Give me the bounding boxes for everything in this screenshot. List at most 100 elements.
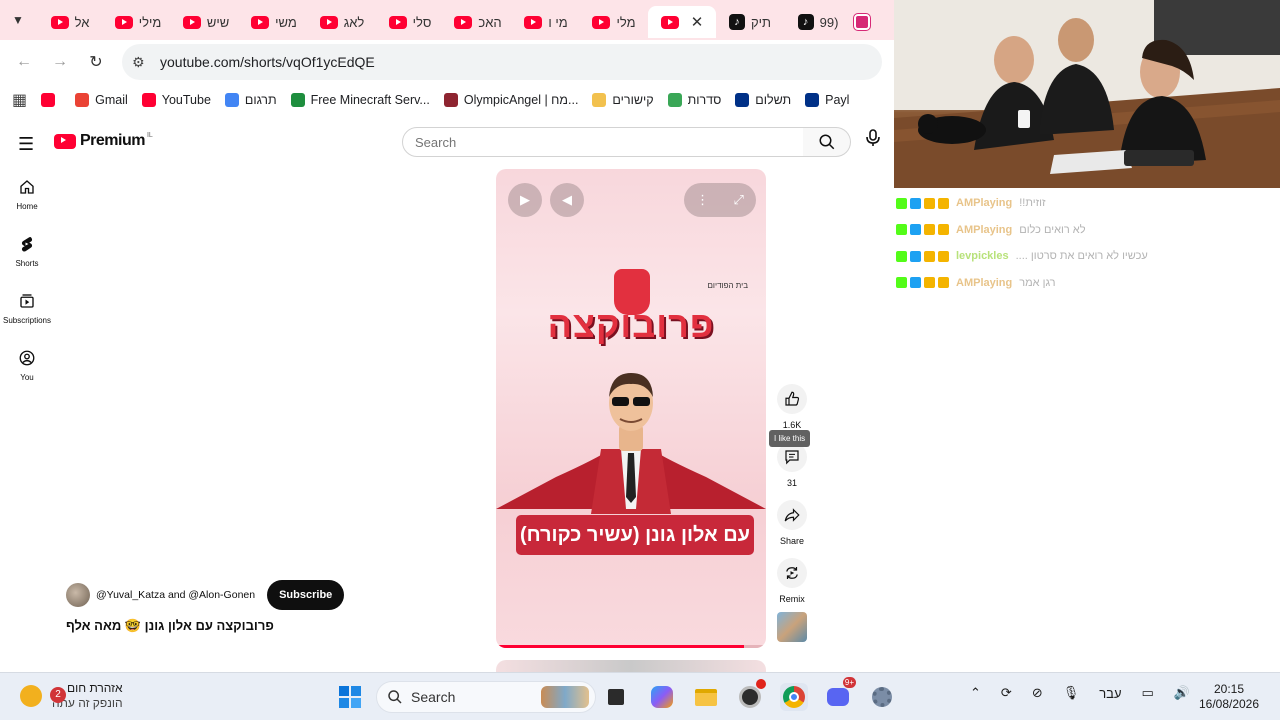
channel-names[interactable]: @Yuval_Katza and @Alon-Gonen [96,589,255,601]
windows-logo-icon [339,686,361,708]
menu-icon[interactable]: ☰ [18,134,34,155]
bookmark-item[interactable] [41,93,61,107]
close-tab-icon[interactable]: ✕ [691,13,704,31]
browser-tab[interactable]: האכ [444,6,512,38]
forward-arrow-icon[interactable]: → [42,44,78,80]
browser-tab[interactable]: ✕ [648,6,716,38]
bookmark-item[interactable]: Payl [805,93,849,107]
sound-thumbnail[interactable] [777,612,807,642]
bookmark-item[interactable]: תרגום [224,93,277,107]
discord-icon[interactable]: 9+ [824,677,856,711]
tab-label: שיש [206,14,230,30]
browser-tab[interactable]: משי [240,6,308,38]
chat-username[interactable]: AMPlaying [956,197,1012,209]
settings-icon[interactable] [868,683,896,711]
tab-strip: ▼ אל מילי שיש משי לאג סלי האכ מי ו מלי ✕ תיק ♪ (99 ♪ [0,0,894,40]
you-icon [19,350,35,366]
avatar[interactable] [66,583,90,607]
chrome-icon[interactable] [780,683,808,711]
capture-app-icon[interactable] [736,679,766,711]
shorts-video-player[interactable]: ▶ ◀ ⋮ ⤢ בית הפודיום פרובוקצה עם אלון גונ… [496,169,766,648]
chat-badge-icon [938,197,949,209]
browser-tab[interactable]: מילי [104,6,172,38]
search-icon [388,690,402,704]
system-clock[interactable]: 20:15 16/08/2026 [1196,682,1262,712]
next-short-preview[interactable] [496,660,766,672]
search-button[interactable] [803,127,851,157]
browser-tab[interactable]: אל [36,6,104,38]
task-view-icon[interactable] [602,683,630,711]
sidebar-item-subscriptions[interactable]: Subscriptions [0,292,54,325]
chat-badge-icon [910,197,921,209]
browser-tab[interactable]: שיש [172,6,240,38]
browser-tab[interactable]: (99 ♪ [784,6,852,38]
video-brand-text: בית הפודיום [707,281,749,290]
youtube-icon [182,15,201,29]
chat-message: AMPlaying זוזית!! [896,197,1046,209]
search-placeholder: Search [415,134,457,150]
home-icon [20,180,34,194]
remix-label: Remix [779,594,805,604]
bookmark-item[interactable]: סדרות [667,93,721,107]
back-arrow-icon[interactable]: ← [6,44,42,80]
comments-button[interactable]: 31 [772,442,812,488]
language-indicator[interactable]: עבר [1099,686,1121,701]
reload-icon[interactable]: ↻ [78,44,114,80]
browser-tab[interactable]: סלי [376,6,444,38]
tab-label: מילי [138,14,162,30]
share-button[interactable]: Share [772,500,812,546]
sidebar-item-shorts[interactable]: Shorts [0,235,54,268]
play-icon: ▶ [520,192,530,207]
browser-tab[interactable]: תיק ♪ [716,6,784,38]
browser-tab[interactable]: מלי [580,6,648,38]
sidebar-item-you[interactable]: You [0,349,54,382]
video-progress-bar[interactable] [496,645,766,648]
browser-tab[interactable]: מי ו [512,6,580,38]
microphone-tray-icon[interactable]: 🎙 [1063,685,1080,701]
remix-button[interactable]: Remix [772,558,812,604]
copilot-icon[interactable] [648,683,676,711]
like-button[interactable]: 1.6K [772,384,812,430]
sidebar-item-home[interactable]: Home [0,178,54,211]
display-icon[interactable]: ▭ [1142,685,1154,701]
like-tooltip: I like this [769,430,811,447]
show-hidden-icons-chevron-icon[interactable]: ⌃ [970,685,981,701]
address-bar[interactable]: ⚙ youtube.com/shorts/vqOf1ycEdQE [122,44,882,80]
system-tray: ⌃ ⟳ ⊘ 🎙 עבר ▭ 🔊 [970,685,1190,701]
bookmark-label: תרגום [244,93,277,107]
more-options-icon[interactable]: ⋮ [696,192,709,208]
sync-icon[interactable]: ⟳ [1001,685,1012,701]
file-explorer-icon[interactable] [692,683,720,711]
bookmark-item[interactable]: Free Minecraft Serv... [290,93,430,107]
voice-search-button[interactable] [866,129,880,152]
taskbar-search[interactable]: Search [376,681,596,713]
site-info-icon[interactable]: ⚙ [132,54,154,71]
chat-badge-icon [910,277,921,288]
play-button[interactable]: ▶ [508,183,542,217]
tab-search-chevron-icon[interactable]: ▼ [0,0,36,40]
bookmark-item[interactable]: YouTube [141,93,211,107]
network-disabled-icon[interactable]: ⊘ [1032,685,1043,701]
browser-tab[interactable] [852,6,878,38]
browser-tab[interactable]: לאג [308,6,376,38]
chat-username[interactable]: levpickles [956,250,1009,262]
fullscreen-icon[interactable]: ⤢ [733,192,743,208]
weather-widget[interactable]: 2 אזהרת חום הונפק זה עתה [20,681,123,711]
bookmark-item[interactable]: תשלום [735,93,791,107]
youtube-premium-logo[interactable]: Premium IL [54,132,153,150]
bookmark-item[interactable]: Gmail [75,93,128,107]
start-button[interactable] [336,683,364,711]
mute-button[interactable]: ◀ [550,183,584,217]
sidebar-item-label: You [20,373,34,382]
subscribe-button[interactable]: Subscribe [267,580,345,610]
bookmark-item[interactable]: קישורים [592,93,654,107]
speaker-icon[interactable]: 🔊 [1174,685,1190,701]
search-input[interactable]: Search [402,127,804,157]
apps-grid-icon[interactable]: ▦ [12,90,27,110]
chat-badge-icon [896,250,907,262]
logo-text: Premium [80,132,145,149]
chat-username[interactable]: AMPlaying [956,224,1012,236]
chat-username[interactable]: AMPlaying [956,277,1012,289]
bookmark-item[interactable]: OlympicAngel | מח... [443,93,578,107]
tab-label: מלי [616,14,636,30]
